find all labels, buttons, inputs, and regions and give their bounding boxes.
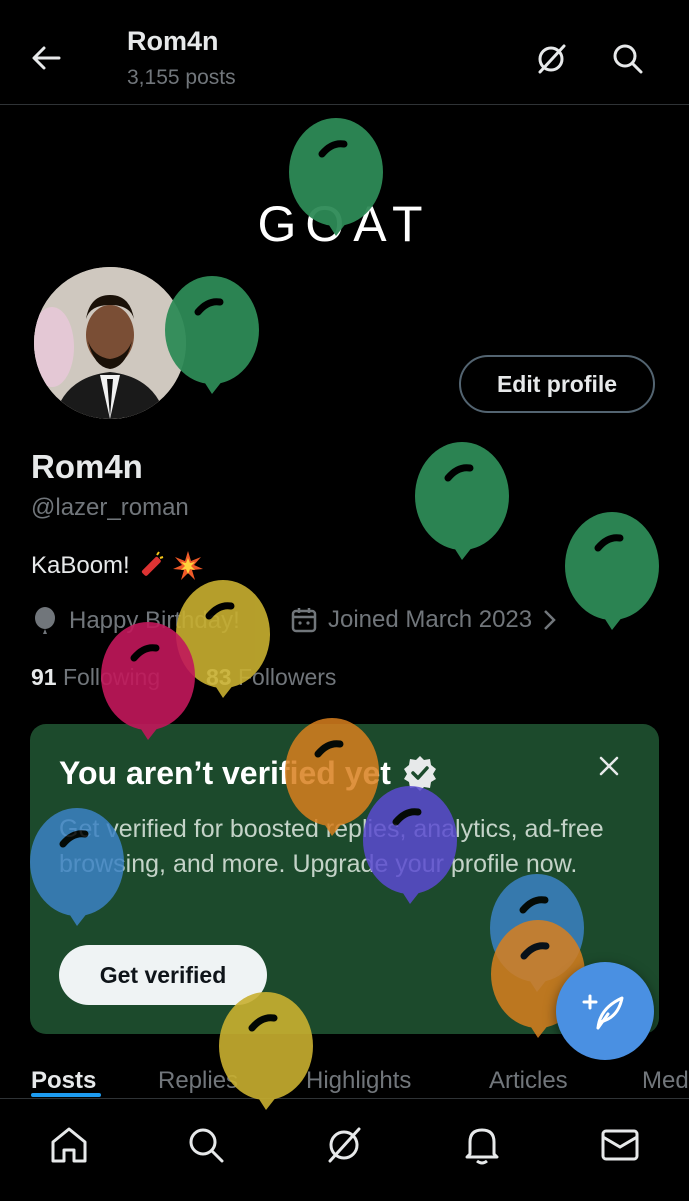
nav-home[interactable] [45, 1121, 93, 1169]
tab-media[interactable]: Med [642, 1067, 689, 1095]
verify-card-title: You aren’t verified yet [59, 754, 439, 792]
bell-icon [465, 1128, 499, 1165]
following-count: 91 [31, 664, 57, 690]
birthday-meta: Happy Birthday! [31, 606, 240, 636]
balloon-green [565, 512, 659, 630]
tab-highlights[interactable]: Highlights [306, 1067, 411, 1095]
home-icon [51, 1127, 87, 1163]
back-button[interactable] [22, 38, 70, 78]
followers-link[interactable]: 83 Followers [206, 664, 336, 691]
profile-bio: KaBoom! [31, 550, 204, 582]
nav-search[interactable] [182, 1121, 230, 1169]
avatar-image [34, 267, 186, 419]
tab-posts[interactable]: Posts [31, 1067, 96, 1095]
collision-icon [172, 551, 203, 580]
search-button[interactable] [606, 37, 650, 81]
post-count: 3,155 posts [127, 66, 236, 89]
grok-button[interactable] [529, 37, 573, 81]
verify-card-text: Get verified for boosted replies, analyt… [59, 815, 604, 878]
search-icon [613, 44, 643, 74]
followers-count: 83 [206, 664, 232, 690]
following-label: Following [62, 664, 161, 690]
close-icon [599, 756, 619, 776]
header-title: Rom4n [127, 26, 219, 56]
profile-name: Rom4n [31, 448, 143, 485]
calendar-icon [291, 608, 317, 633]
joined-text: Joined March 2023 [328, 606, 533, 633]
banner-text: GOAT [257, 196, 432, 252]
grok-icon [328, 1127, 361, 1163]
close-button[interactable] [591, 748, 627, 784]
nav-messages[interactable] [596, 1121, 644, 1169]
grok-icon [538, 44, 566, 74]
balloon-green [415, 442, 509, 560]
verify-title-text: You aren’t verified yet [59, 754, 391, 791]
back-arrow-icon [32, 46, 61, 70]
joined-meta[interactable]: Joined March 2023 [290, 606, 558, 634]
nav-grok[interactable] [320, 1121, 368, 1169]
mail-icon [601, 1129, 639, 1161]
top-bar: Rom4n 3,155 posts [0, 0, 689, 105]
active-tab-indicator [31, 1093, 101, 1097]
avatar[interactable] [31, 264, 189, 422]
chevron-right-icon [544, 610, 556, 630]
birthday-text: Happy Birthday! [69, 607, 240, 634]
tab-replies[interactable]: Replies [158, 1067, 238, 1095]
compose-button[interactable] [556, 962, 654, 1060]
profile-handle: @lazer_roman [31, 494, 189, 521]
tab-articles[interactable]: Articles [489, 1067, 568, 1095]
search-icon [189, 1128, 224, 1163]
bio-text: KaBoom! [31, 552, 130, 579]
followers-label: Followers [237, 664, 337, 690]
edit-profile-button[interactable]: Edit profile [459, 355, 655, 413]
get-verified-button[interactable]: Get verified [59, 945, 267, 1005]
following-link[interactable]: 91 Following [31, 664, 160, 691]
balloon-icon [35, 607, 55, 634]
firecracker-icon [141, 551, 164, 576]
nav-notifications[interactable] [458, 1121, 506, 1169]
verified-badge-icon [403, 756, 436, 791]
bottom-nav [0, 1098, 689, 1201]
compose-feather-icon [582, 994, 624, 1030]
